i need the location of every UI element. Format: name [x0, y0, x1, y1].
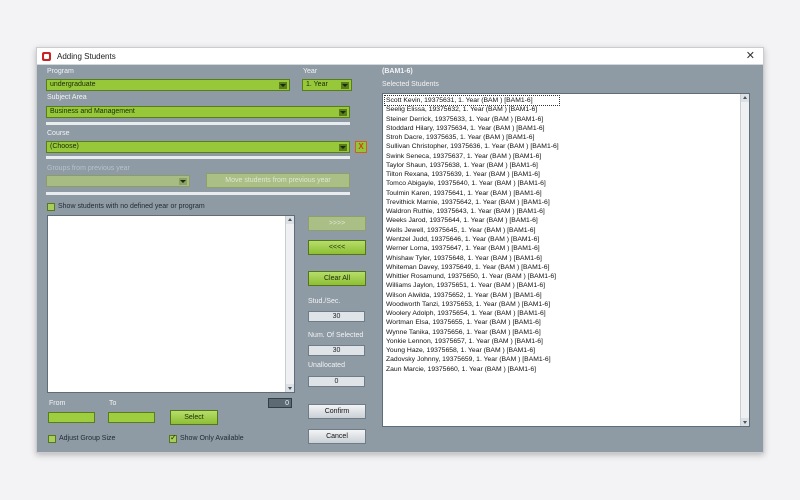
from-label: From — [49, 400, 66, 407]
year-label: Year — [303, 68, 318, 75]
to-input[interactable] — [108, 412, 155, 423]
student-list-item[interactable]: Whittier Rosamund, 19375650, 1. Year (BA… — [385, 272, 559, 281]
course-select[interactable]: (Choose) — [46, 141, 350, 153]
chevron-down-icon — [339, 109, 347, 116]
student-list-item[interactable]: Stoddard Hilary, 19375634, 1. Year (BAM … — [385, 124, 559, 133]
student-list-item[interactable]: Waldron Ruthie, 19375643, 1. Year (BAM )… — [385, 207, 559, 216]
to-label: To — [109, 400, 117, 407]
program-value: undergraduate — [50, 81, 96, 88]
remove-students-button[interactable]: <<<< — [308, 240, 366, 255]
program-select[interactable]: undergraduate — [46, 79, 290, 91]
unallocated-label: Unallocated — [308, 362, 345, 369]
student-list-item[interactable]: Williams Jaylon, 19375651, 1. Year (BAM … — [385, 281, 559, 290]
groups-previous-year-label: Groups from previous year — [47, 165, 130, 172]
year-value: 1. Year — [306, 81, 328, 88]
selected-students-label: Selected Students — [382, 81, 439, 88]
student-list-item[interactable]: Werner Lorna, 19375647, 1. Year (BAM ) [… — [385, 244, 559, 253]
student-list-item[interactable]: Stroh Dacre, 19375635, 1. Year (BAM ) [B… — [385, 133, 559, 142]
course-divider — [46, 156, 350, 159]
confirm-button[interactable]: Confirm — [308, 404, 366, 419]
adjust-group-size-label: Adjust Group Size — [59, 435, 116, 442]
program-label: Program — [47, 68, 74, 75]
num-selected-label: Num. Of Selected — [308, 332, 364, 339]
scroll-down-icon[interactable] — [741, 418, 749, 426]
adjust-group-size-checkbox[interactable] — [48, 435, 56, 443]
from-input[interactable] — [48, 412, 95, 423]
student-list-item[interactable]: Woodworth Tanzi, 19375653, 1. Year (BAM … — [385, 300, 559, 309]
student-list-item[interactable]: Whishaw Tyler, 19375648, 1. Year (BAM ) … — [385, 254, 559, 263]
course-value: (Choose) — [50, 143, 79, 150]
student-list-item[interactable]: Zadovsky Johnny, 19375659, 1. Year (BAM … — [385, 355, 559, 364]
chevron-down-icon — [279, 82, 287, 89]
student-list-item[interactable]: Tomco Abigayle, 19375640, 1. Year (BAM )… — [385, 179, 559, 188]
available-students-list[interactable] — [47, 215, 295, 393]
count-display: 0 — [268, 398, 292, 408]
subject-area-label: Subject Area — [47, 94, 87, 101]
add-students-button[interactable]: >>>> — [308, 216, 366, 231]
student-list-item[interactable]: Woolery Adolph, 19375654, 1. Year (BAM )… — [385, 309, 559, 318]
student-list-item[interactable]: Wynne Tanika, 19375656, 1. Year (BAM ) [… — [385, 328, 559, 337]
show-only-available-checkbox[interactable] — [169, 433, 177, 443]
student-list-item[interactable]: Whiteman Davey, 19375649, 1. Year (BAM )… — [385, 263, 559, 272]
chevron-down-icon — [179, 178, 187, 185]
unallocated-value: 0 — [308, 376, 365, 387]
student-list-item[interactable]: Tilton Rexana, 19375639, 1. Year (BAM ) … — [385, 170, 559, 179]
student-list-item[interactable]: Zaun Marcie, 19375660, 1. Year (BAM ) [B… — [385, 365, 559, 374]
year-select[interactable]: 1. Year — [302, 79, 352, 91]
subject-area-value: Business and Management — [50, 108, 135, 115]
selected-list-scrollbar[interactable] — [740, 94, 749, 426]
adding-students-window: Adding Students ✕ Program undergraduate … — [36, 47, 764, 453]
selected-students-list[interactable]: Scott Kevin, 19375631, 1. Year (BAM ) [B… — [382, 93, 750, 427]
subject-area-select[interactable]: Business and Management — [46, 106, 350, 118]
student-list-item[interactable]: Yonkie Lennon, 19375657, 1. Year (BAM ) … — [385, 337, 559, 346]
scroll-up-icon[interactable] — [741, 94, 749, 102]
move-students-button[interactable]: Move students from previous year — [206, 173, 350, 188]
stud-sec-label: Stud./Sec. — [308, 298, 341, 305]
scroll-up-icon[interactable] — [286, 216, 294, 224]
stud-sec-value: 30 — [308, 311, 365, 322]
window-title: Adding Students — [57, 52, 116, 61]
student-list-item[interactable]: Toulmin Karen, 19375641, 1. Year (BAM ) … — [385, 189, 559, 198]
course-label: Course — [47, 130, 70, 137]
student-list-item[interactable]: Wortman Elsa, 19375655, 1. Year (BAM ) [… — [385, 318, 559, 327]
student-list-item[interactable]: Taylor Shaun, 19375638, 1. Year (BAM ) [… — [385, 161, 559, 170]
group-code: (BAM1-6) — [382, 68, 413, 75]
student-list-item[interactable]: Wilson Alwilda, 19375652, 1. Year (BAM )… — [385, 291, 559, 300]
dialog-body: Program undergraduate Year 1. Year Subje… — [37, 65, 763, 453]
select-button[interactable]: Select — [170, 410, 218, 425]
scroll-down-icon[interactable] — [286, 384, 294, 392]
show-undefined-checkbox[interactable] — [47, 203, 55, 211]
subject-area-divider — [46, 122, 350, 125]
groups-previous-year-select[interactable] — [46, 175, 190, 187]
chevron-down-icon — [341, 82, 349, 89]
show-undefined-label: Show students with no defined year or pr… — [58, 203, 205, 210]
chevron-down-icon — [339, 144, 347, 151]
student-list-item[interactable]: Trevithick Marnie, 19375642, 1. Year (BA… — [385, 198, 559, 207]
selected-students-items: Scott Kevin, 19375631, 1. Year (BAM ) [B… — [384, 94, 560, 374]
student-list-item[interactable]: Seelig Elissa, 19375632, 1. Year (BAM ) … — [385, 105, 559, 114]
student-list-item[interactable]: Young Haze, 19375658, 1. Year (BAM ) [BA… — [385, 346, 559, 355]
student-list-item[interactable]: Swink Seneca, 19375637, 1. Year (BAM ) [… — [385, 152, 559, 161]
student-list-item[interactable]: Steiner Derrick, 19375633, 1. Year (BAM … — [385, 115, 559, 124]
available-list-scrollbar[interactable] — [285, 216, 294, 392]
student-list-item[interactable]: Weeks Jarod, 19375644, 1. Year (BAM ) [B… — [385, 216, 559, 225]
groups-divider — [46, 192, 350, 195]
student-list-item[interactable]: Sullivan Christopher, 19375636, 1. Year … — [385, 142, 559, 151]
app-icon — [42, 52, 51, 61]
show-only-available-label: Show Only Available — [180, 435, 244, 442]
title-bar: Adding Students ✕ — [37, 48, 763, 65]
student-list-item[interactable]: Wentzel Judd, 19375646, 1. Year (BAM ) [… — [385, 235, 559, 244]
clear-all-button[interactable]: Clear All — [308, 271, 366, 286]
student-list-item[interactable]: Scott Kevin, 19375631, 1. Year (BAM ) [B… — [384, 94, 560, 107]
close-icon[interactable]: ✕ — [746, 50, 755, 62]
student-list-item[interactable]: Wells Jewell, 19375645, 1. Year (BAM ) [… — [385, 226, 559, 235]
clear-course-button[interactable]: X — [355, 141, 367, 153]
cancel-button[interactable]: Cancel — [308, 429, 366, 444]
num-selected-value: 30 — [308, 345, 365, 356]
